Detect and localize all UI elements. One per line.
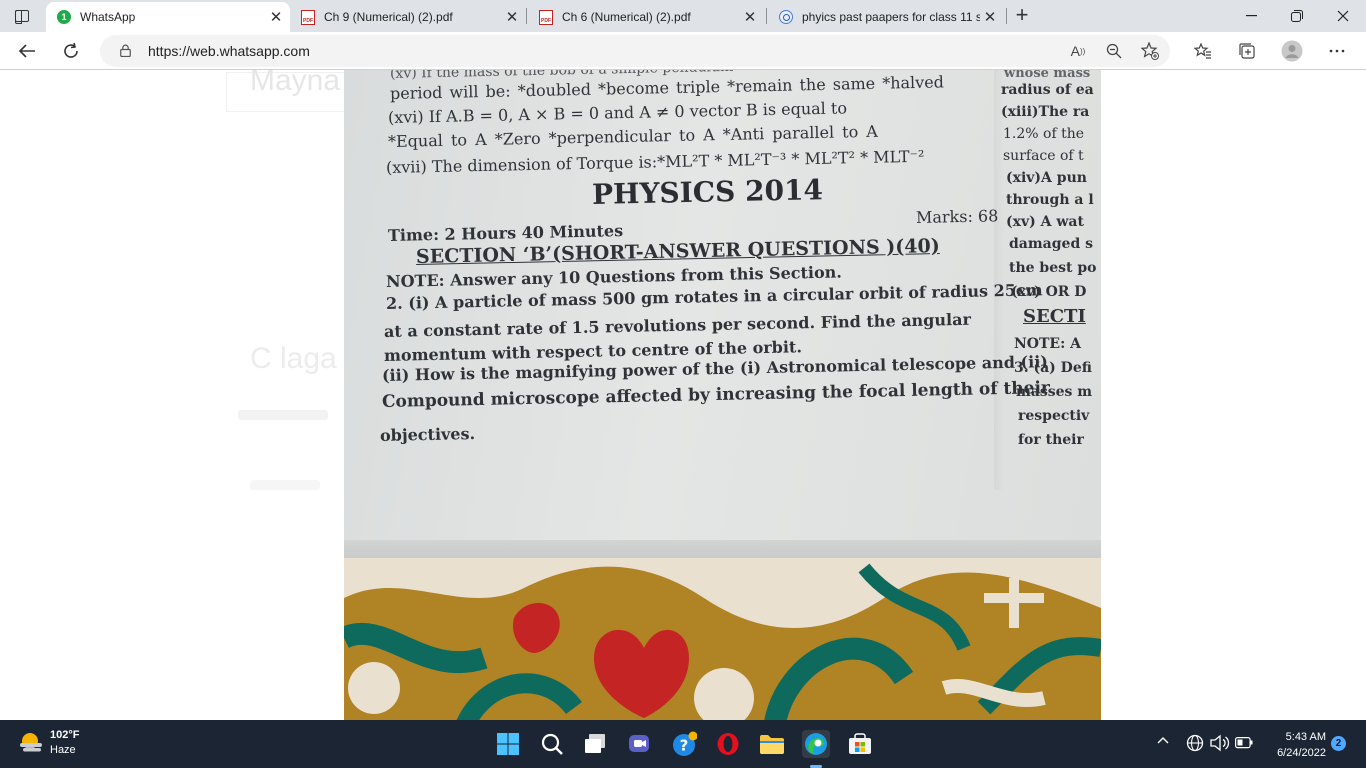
scan-line: (xv) OR D [1011,284,1087,300]
more-options-icon[interactable] [1322,36,1352,66]
pdf-icon: PDF [538,9,554,25]
whatsapp-page: Mayna C laga (xv) If the mass of the bob… [0,70,1366,720]
tab-ch6-pdf[interactable]: PDF Ch 6 (Numerical) (2).pdf ✕ [528,2,764,32]
question-line: Compound microscope affected by increasi… [381,378,1051,412]
exam-paper: (xv) If the mass of the bob of a simple … [344,70,1101,570]
tab-strip: 1 WhatsApp ✕ PDF Ch 9 (Numerical) (2).pd… [0,0,1366,32]
teams-chat-icon[interactable] [626,730,654,758]
chat-message: C laga [250,342,337,375]
chat-name: Mayna [250,70,341,97]
zoom-icon[interactable] [1104,41,1124,61]
tab-separator [766,8,767,24]
scan-line: (xv) A wat [1006,214,1084,230]
weather-widget[interactable]: 102°F Haze [18,728,79,758]
tab-title: Ch 9 (Numerical) (2).pdf [324,10,453,24]
tab-separator [526,8,527,24]
scan-line: (xiv)A pun [1006,170,1087,186]
svg-text:?: ? [680,737,689,755]
scan-line: 3. (a) Defi [1014,360,1092,376]
file-explorer-icon[interactable] [758,730,786,758]
image-viewer-photo[interactable]: (xv) If the mass of the bob of a simple … [344,70,1101,720]
get-help-icon[interactable]: ? [670,730,698,758]
close-icon[interactable]: ✕ [980,8,1000,26]
weather-temperature: 102°F [50,729,80,741]
tab-whatsapp[interactable]: 1 WhatsApp ✕ [46,2,290,32]
placeholder-line [250,480,320,490]
tab-ch9-pdf[interactable]: PDF Ch 9 (Numerical) (2).pdf ✕ [290,2,526,32]
show-hidden-icons-chevron-icon[interactable] [1156,733,1170,750]
browser-toolbar: https://web.whatsapp.com A)) [0,32,1366,70]
weather-haze-icon [18,730,44,756]
system-clock[interactable]: 5:43 AM 6/24/2022 [1262,729,1326,761]
scan-line: masses m [1016,384,1093,400]
question-line: objectives. [379,424,476,445]
opera-browser-icon[interactable] [714,730,742,758]
language-globe-icon[interactable] [1186,734,1204,755]
back-arrow-icon[interactable] [12,36,42,66]
tab-separator [1006,8,1007,24]
search-icon[interactable] [538,730,566,758]
address-bar[interactable]: https://web.whatsapp.com A)) [100,35,1170,67]
scan-line: radius of ea [1001,82,1094,98]
column-gap [994,70,1004,490]
tab-title: WhatsApp [80,10,136,24]
scan-line: (xiii)The ra [1001,104,1090,120]
profile-avatar-icon[interactable] [1277,36,1307,66]
scan-line: whose mass [1004,70,1091,81]
scan-line: SECTI [1023,306,1086,327]
scan-line: for their [1018,432,1084,448]
scan-line: *Equal to A *Zero *perpendicular to A *A… [387,121,879,151]
paper-heading: PHYSICS 2014 [591,173,824,211]
refresh-icon[interactable] [56,36,86,66]
weather-description: Haze [50,744,76,756]
volume-icon[interactable] [1210,734,1230,755]
search-icon [778,9,794,25]
scan-line: 1.2% of the [1003,126,1085,142]
microsoft-store-icon[interactable] [846,730,874,758]
notification-badge[interactable]: 2 [1331,736,1346,751]
tab-actions-menu-icon[interactable] [6,4,38,28]
placeholder-line [238,410,328,420]
url-text[interactable]: https://web.whatsapp.com [148,43,310,59]
scan-line: (xvi) If A.B = 0, A × B = 0 and A ≠ 0 ve… [387,98,848,127]
tab-title: Ch 6 (Numerical) (2).pdf [562,10,691,24]
close-icon[interactable]: ✕ [502,8,522,26]
scan-line: the best po [1009,260,1097,276]
restore-icon[interactable] [1274,0,1320,32]
clock-date: 6/24/2022 [1277,747,1326,759]
scan-line: NOTE: A [1014,336,1081,352]
lock-icon[interactable] [120,44,131,57]
clock-time: 5:43 AM [1285,731,1326,743]
whatsapp-icon: 1 [56,9,72,25]
collections-icon[interactable] [1232,36,1262,66]
fabric-background [344,558,1101,720]
paper-marks: Marks: 68 [915,206,999,227]
scan-line: through a l [1006,192,1094,208]
scan-line: damaged s [1009,236,1093,252]
scan-line: (xvii) The dimension of Torque is:*ML²T … [385,146,925,177]
pdf-icon: PDF [300,9,316,25]
favorites-icon[interactable] [1188,36,1218,66]
windows-taskbar: 102°F Haze ? 5:43 AM 6/24/2022 2 [0,720,1366,768]
battery-icon[interactable] [1235,737,1253,752]
add-favorite-icon[interactable] [1140,41,1160,61]
window-close-icon[interactable] [1320,0,1366,32]
tab-search[interactable]: phyics past paapers for class 11 s ✕ [768,2,1004,32]
new-tab-icon[interactable]: + [1010,4,1034,28]
read-aloud-icon[interactable]: A)) [1068,41,1088,61]
task-view-icon[interactable] [582,730,610,758]
close-icon[interactable]: ✕ [266,8,286,26]
start-icon[interactable] [494,730,522,758]
scan-line: surface of t [1003,148,1084,164]
scan-line: respectiv [1018,408,1090,424]
edge-browser-icon[interactable] [802,730,830,758]
minimize-icon[interactable] [1228,0,1274,32]
tab-title: phyics past paapers for class 11 s [802,10,980,24]
close-icon[interactable]: ✕ [740,8,760,26]
question-line: at a constant rate of 1.5 revolutions pe… [383,309,972,341]
